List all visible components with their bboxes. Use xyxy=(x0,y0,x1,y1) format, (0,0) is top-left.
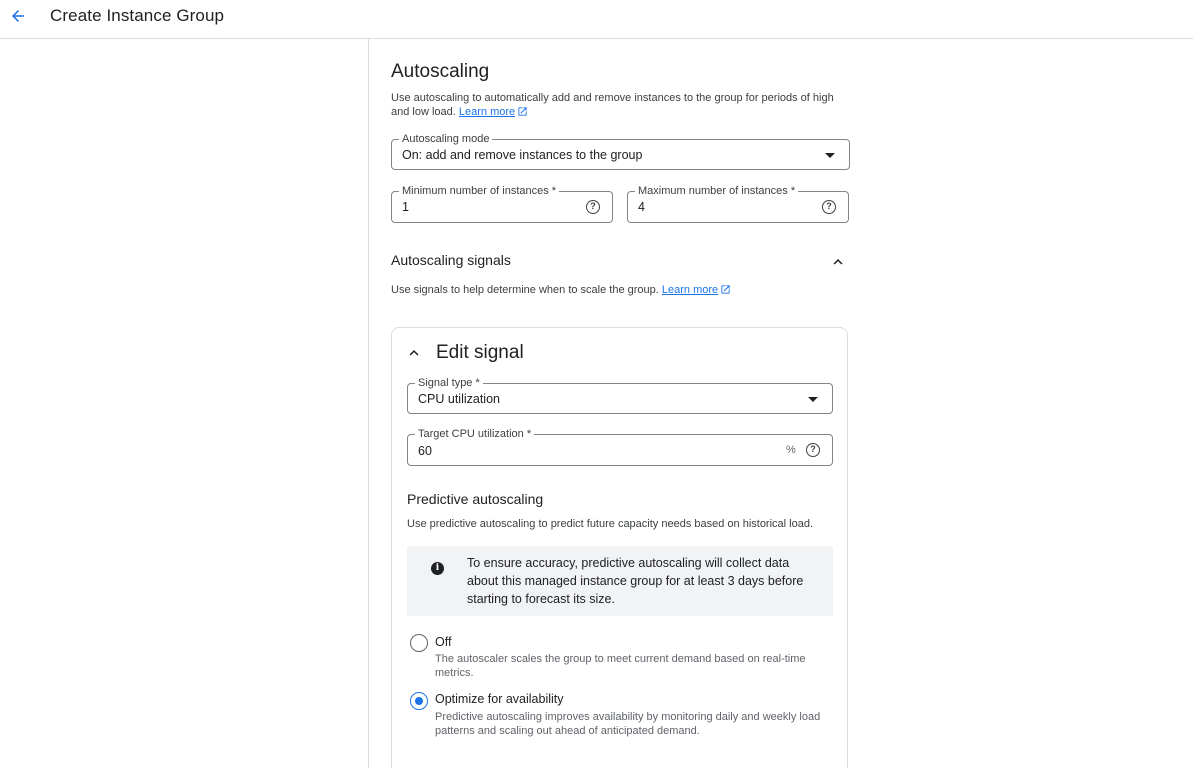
min-instances-field[interactable]: Minimum number of instances * 1 ? xyxy=(391,184,613,223)
signal-type-label: Signal type * xyxy=(415,376,483,390)
arrow-back-icon xyxy=(12,10,24,22)
radio-off-description: The autoscaler scales the group to meet … xyxy=(435,653,806,679)
signals-description: Use signals to help determine when to sc… xyxy=(391,283,851,297)
autoscaling-learn-more-link[interactable]: Learn more xyxy=(459,106,515,118)
left-panel-divider xyxy=(368,39,369,768)
autoscaling-description: Use autoscaling to automatically add and… xyxy=(391,92,834,118)
chevron-up-icon[interactable] xyxy=(829,253,847,271)
info-banner: i To ensure accuracy, predictive autosca… xyxy=(407,546,833,616)
predictive-description: Use predictive autoscaling to predict fu… xyxy=(407,518,814,530)
percent-suffix: % xyxy=(786,444,796,456)
signals-learn-more-link[interactable]: Learn more xyxy=(662,284,718,296)
predictive-autoscaling-title: Predictive autoscaling xyxy=(407,491,544,507)
autoscaling-mode-label: Autoscaling mode xyxy=(399,132,493,146)
help-icon[interactable]: ? xyxy=(806,443,820,457)
page-title: Create Instance Group xyxy=(50,6,225,25)
signal-type-value: CPU utilization xyxy=(418,392,500,406)
signal-type-select[interactable]: Signal type * CPU utilization xyxy=(407,376,833,414)
edit-signal-title: Edit signal xyxy=(436,342,524,363)
chevron-up-icon[interactable] xyxy=(405,344,423,362)
target-cpu-field[interactable]: Target CPU utilization * 60 % ? xyxy=(407,427,833,466)
dropdown-arrow-icon xyxy=(825,153,835,158)
top-bar: Create Instance Group xyxy=(0,0,1193,39)
min-instances-label: Minimum number of instances * xyxy=(399,184,560,198)
help-icon[interactable]: ? xyxy=(822,200,836,214)
back-button[interactable] xyxy=(6,4,30,28)
max-instances-value: 4 xyxy=(638,200,645,214)
min-instances-value: 1 xyxy=(402,200,409,214)
autoscaling-title: Autoscaling xyxy=(391,61,490,82)
radio-optimize-availability-label[interactable]: Optimize for availability xyxy=(435,692,564,706)
target-cpu-value: 60 xyxy=(418,444,432,458)
radio-optimize-availability-description: Predictive autoscaling improves availabi… xyxy=(435,711,821,737)
autoscaling-mode-select[interactable]: Autoscaling mode On: add and remove inst… xyxy=(391,132,850,170)
autoscaling-signals-title: Autoscaling signals xyxy=(391,252,511,268)
dropdown-arrow-icon xyxy=(808,397,818,402)
radio-optimize-availability[interactable] xyxy=(410,692,428,710)
info-text: To ensure accuracy, predictive autoscali… xyxy=(467,556,804,606)
target-cpu-label: Target CPU utilization * xyxy=(415,427,535,441)
autoscaling-mode-value: On: add and remove instances to the grou… xyxy=(402,148,643,162)
radio-off-label[interactable]: Off xyxy=(435,635,451,649)
open-in-new-icon xyxy=(518,107,527,116)
info-icon: i xyxy=(431,562,444,575)
max-instances-field[interactable]: Maximum number of instances * 4 ? xyxy=(627,184,849,223)
help-icon[interactable]: ? xyxy=(586,200,600,214)
open-in-new-icon xyxy=(721,285,730,294)
max-instances-label: Maximum number of instances * xyxy=(635,184,799,198)
radio-off[interactable] xyxy=(410,634,428,652)
